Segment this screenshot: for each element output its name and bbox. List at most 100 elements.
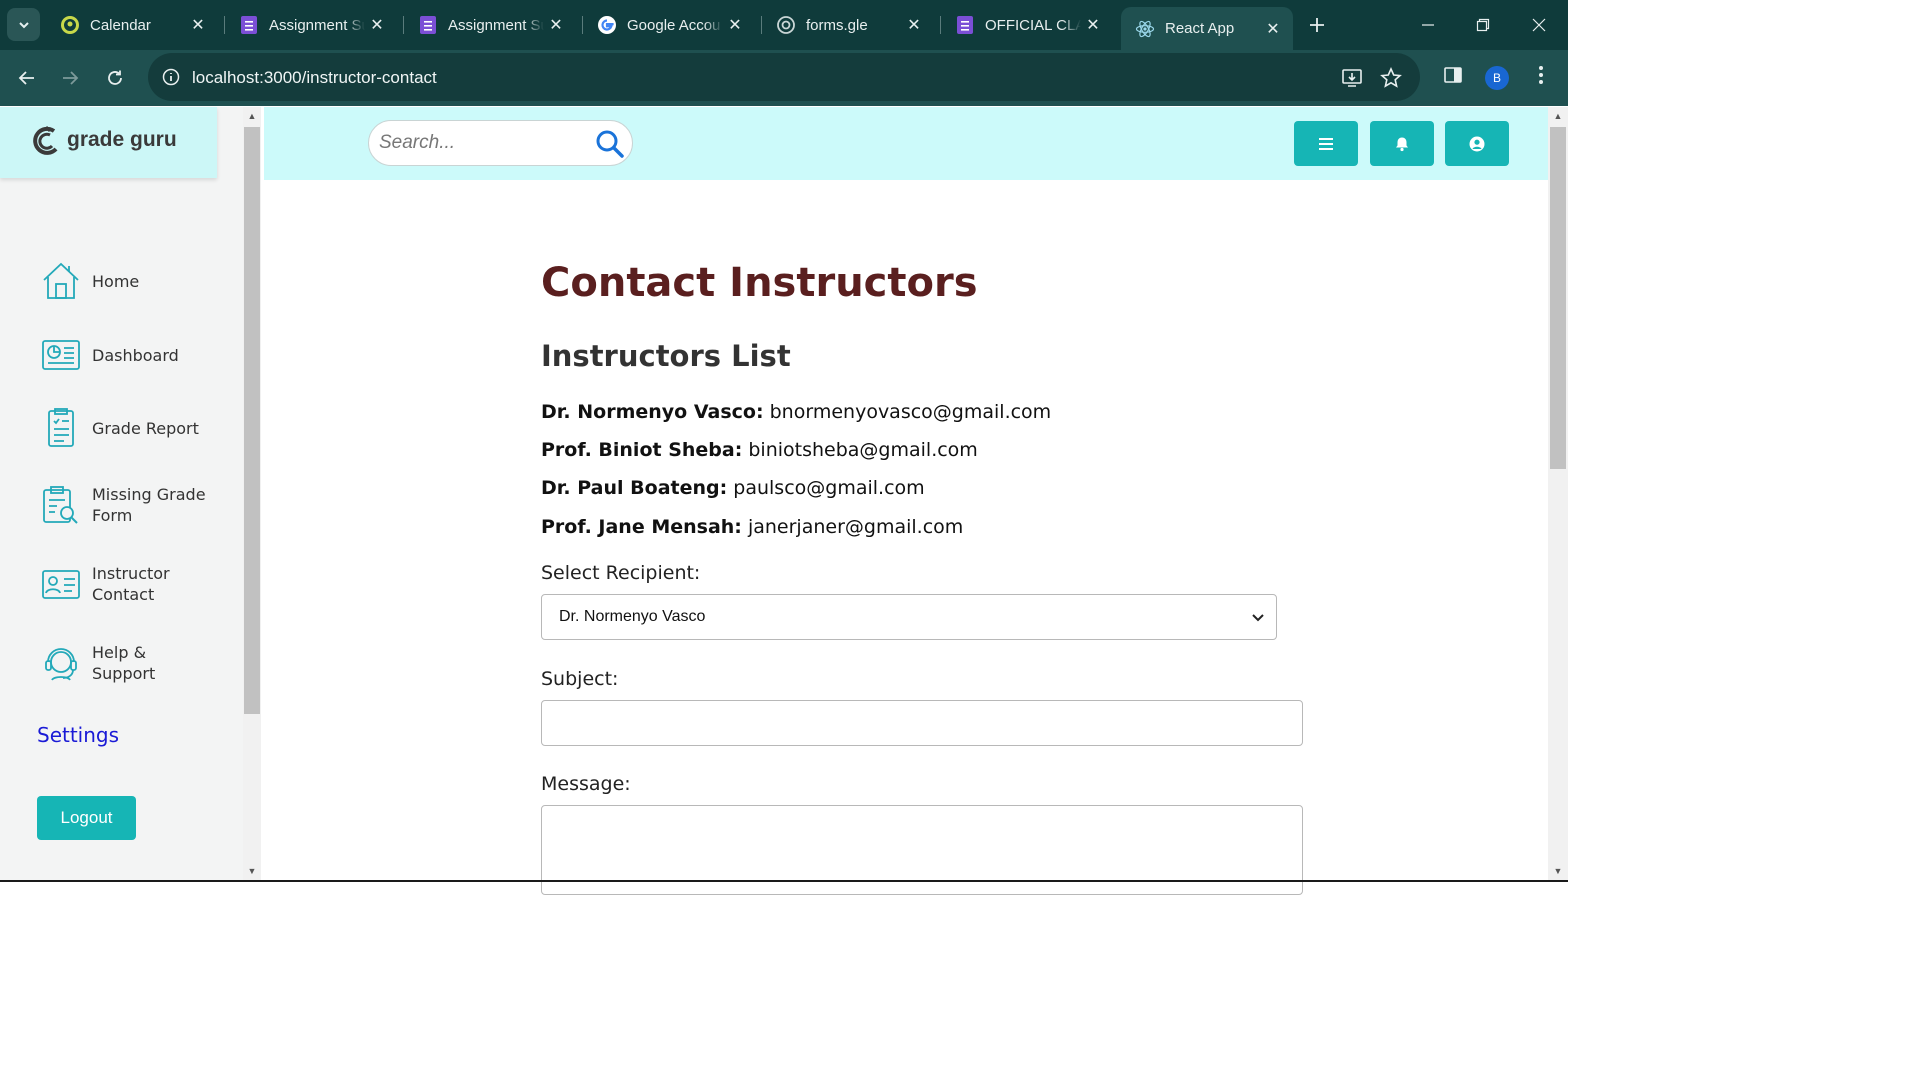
scroll-down-arrow-icon[interactable]: ▼ (1549, 864, 1567, 878)
instructor-email: bnormenyovasco@gmail.com (769, 401, 1052, 423)
close-icon[interactable]: ✕ (1261, 17, 1285, 41)
reload-button[interactable] (98, 61, 132, 95)
tab-title: forms.gle (806, 16, 868, 34)
bookmark-star-icon[interactable] (1378, 65, 1404, 91)
sidebar-item-label: Missing Grade Form (92, 485, 206, 525)
instructor-email: paulsco@gmail.com (733, 477, 925, 499)
minimize-window-button[interactable] (1405, 8, 1451, 42)
forms-favicon-icon (955, 15, 975, 35)
search-input[interactable] (379, 131, 589, 155)
subject-input[interactable] (541, 700, 1303, 746)
scroll-up-arrow-icon[interactable]: ▲ (1549, 109, 1567, 123)
close-window-button[interactable] (1516, 8, 1562, 42)
instructor-row: Dr. Normenyo Vasco: bnormenyovasco@gmail… (541, 401, 1051, 423)
browser-tab-official-class[interactable]: OFFICIAL CLA ✕ (941, 7, 1113, 43)
instructor-email: biniotsheba@gmail.com (748, 439, 978, 461)
tab-title: React App (1165, 20, 1235, 37)
close-icon[interactable]: ✕ (365, 13, 389, 37)
close-icon[interactable]: ✕ (902, 13, 926, 37)
page-scroll-thumb[interactable] (1550, 127, 1566, 469)
instructor-email: janerjaner@gmail.com (747, 516, 964, 538)
profile-avatar[interactable]: B (1485, 66, 1509, 90)
browser-tab-calendar[interactable]: Calendar ✕ (46, 7, 218, 43)
browser-toolbar: localhost:3000/instructor-contact (0, 50, 1568, 106)
sidebar-item-help-support[interactable]: Help & Support (40, 642, 220, 684)
sidebar-item-grade-report[interactable]: Grade Report (40, 407, 220, 449)
new-tab-button[interactable] (1304, 12, 1330, 38)
grade-guru-logo-icon (33, 125, 58, 155)
install-app-icon[interactable] (1339, 65, 1365, 91)
page-scrollbar[interactable]: ▲ ▼ (1548, 107, 1568, 882)
recipient-selected-value: Dr. Normenyo Vasco (559, 608, 706, 625)
sidebar-scrollbar[interactable]: ▲ ▼ (243, 107, 261, 882)
instructor-row: Prof. Biniot Sheba: biniotsheba@gmail.co… (541, 439, 978, 461)
more-menu-icon[interactable] (1528, 62, 1554, 88)
subject-label: Subject: (541, 668, 619, 690)
close-icon[interactable]: ✕ (544, 13, 568, 37)
side-panel-icon[interactable] (1440, 62, 1466, 88)
notifications-button[interactable] (1370, 121, 1434, 166)
reload-icon (108, 70, 122, 85)
forms-favicon-icon (239, 15, 259, 35)
grade-report-icon (48, 408, 74, 447)
tab-title: Google Accou (627, 16, 721, 34)
close-icon (1532, 18, 1546, 32)
hamburger-menu-icon (1319, 137, 1333, 150)
recipient-label: Select Recipient: (541, 562, 701, 584)
close-icon[interactable]: ✕ (186, 13, 210, 37)
search-icon[interactable] (595, 129, 625, 159)
browser-tabstrip: Calendar ✕ Assignment Su ✕ Assignment Su… (0, 0, 1568, 50)
forms-favicon-icon (418, 15, 438, 35)
recipient-select[interactable]: Dr. Normenyo Vasco (541, 594, 1277, 640)
brand-header[interactable]: grade guru (0, 107, 217, 178)
sidebar-item-home[interactable]: Home (40, 260, 220, 302)
browser-tab-forms-gle[interactable]: forms.gle ✕ (762, 7, 934, 43)
search-box[interactable] (368, 120, 633, 166)
browser-tab-react-app[interactable]: React App ✕ (1121, 7, 1293, 50)
page-title: Contact Instructors (541, 260, 978, 306)
site-info-icon[interactable] (160, 66, 182, 88)
brand-name: grade guru (67, 128, 177, 151)
instructor-row: Dr. Paul Boateng: paulsco@gmail.com (541, 477, 925, 499)
sidebar-item-label: Dashboard (92, 345, 179, 365)
tab-search-button[interactable] (7, 8, 40, 41)
profile-button[interactable] (1445, 121, 1509, 166)
app-topbar (264, 107, 1548, 180)
dashboard-icon (42, 340, 80, 370)
app-sidebar: grade guru Home Dashboard Grade Report M… (0, 107, 243, 882)
menu-button[interactable] (1294, 121, 1358, 166)
close-icon[interactable]: ✕ (723, 13, 747, 37)
instructor-name: Dr. Normenyo Vasco: (541, 401, 764, 423)
settings-link[interactable]: Settings (37, 723, 119, 747)
instructor-row: Prof. Jane Mensah: janerjaner@gmail.com (541, 516, 963, 538)
instructor-name: Prof. Jane Mensah: (541, 516, 742, 538)
scroll-down-arrow-icon[interactable]: ▼ (243, 864, 261, 878)
scroll-up-arrow-icon[interactable]: ▲ (243, 109, 261, 123)
close-icon[interactable]: ✕ (1081, 13, 1105, 37)
browser-tab-assignment-2[interactable]: Assignment Su ✕ (404, 7, 576, 43)
contact-card-icon (42, 570, 80, 599)
url-text[interactable]: localhost:3000/instructor-contact (192, 68, 437, 88)
window-bottom-edge (0, 880, 1568, 882)
sidebar-item-missing-grade-form[interactable]: Missing Grade Form (40, 484, 220, 526)
forward-button[interactable] (53, 61, 87, 95)
restore-window-button[interactable] (1460, 8, 1506, 42)
instructor-name: Dr. Paul Boateng: (541, 477, 728, 499)
logout-button[interactable]: Logout (37, 796, 136, 840)
address-bar[interactable]: localhost:3000/instructor-contact (148, 53, 1420, 101)
restore-icon (1476, 18, 1490, 32)
sidebar-scroll-thumb[interactable] (244, 127, 260, 714)
sidebar-item-label: Home (92, 271, 140, 291)
arrow-right-icon (63, 71, 79, 85)
sidebar-item-label: Instructor Contact (92, 564, 170, 604)
browser-tab-assignment-1[interactable]: Assignment Su ✕ (225, 7, 397, 43)
message-label: Message: (541, 773, 631, 795)
sidebar-item-dashboard[interactable]: Dashboard (40, 334, 220, 376)
sidebar-item-instructor-contact[interactable]: Instructor Contact (40, 563, 220, 605)
missing-grade-icon (43, 486, 78, 524)
minimize-icon (1422, 24, 1434, 26)
bell-icon (1396, 137, 1408, 151)
back-button[interactable] (10, 61, 44, 95)
browser-tab-google-account[interactable]: Google Accou ✕ (583, 7, 755, 43)
globe-favicon-icon (776, 15, 796, 35)
